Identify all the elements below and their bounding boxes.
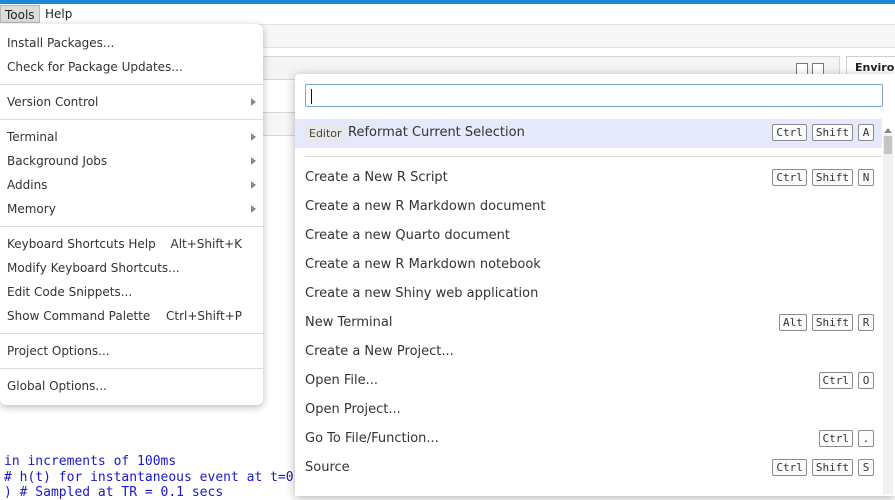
palette-item[interactable]: Create a New Project... (295, 338, 882, 367)
key-cap: Shift (811, 459, 853, 476)
palette-item-label: Source (305, 460, 350, 475)
submenu-arrow-icon (251, 205, 256, 213)
key-cap: Ctrl (772, 169, 807, 186)
menu-item-terminal[interactable]: Terminal (0, 126, 263, 148)
menu-tools[interactable]: Tools (0, 5, 40, 23)
shortcut-keys: Alt Shift R (779, 314, 874, 332)
palette-item-label: Reformat Current Selection (348, 125, 525, 140)
menu-item-check-updates[interactable]: Check for Package Updates... (0, 56, 263, 78)
shortcut-keys: Ctrl Shift S (772, 459, 874, 477)
shortcut-keys: Ctrl Shift N (772, 169, 874, 187)
menu-item-shortcut: Alt+Shift+K (170, 237, 242, 251)
menu-item-install-packages[interactable]: Install Packages... (0, 32, 263, 54)
menu-item-label: Keyboard Shortcuts Help (7, 237, 156, 251)
palette-item-label: Go To File/Function... (305, 431, 439, 446)
palette-item[interactable]: Open Project... (295, 396, 882, 425)
menu-item-label: Terminal (7, 130, 58, 144)
menu-item-memory[interactable]: Memory (0, 198, 263, 220)
palette-item-selected[interactable]: Editor Reformat Current Selection Ctrl S… (295, 119, 882, 148)
menu-separator (0, 333, 263, 334)
command-palette-search-input[interactable] (305, 84, 883, 107)
menu-item-modify-shortcuts[interactable]: Modify Keyboard Shortcuts... (0, 257, 263, 279)
code-line: ) # Sampled at TR = 0.1 secs (4, 485, 224, 500)
submenu-arrow-icon (251, 157, 256, 165)
submenu-arrow-icon (251, 98, 256, 106)
palette-scrollbar-thumb[interactable] (884, 136, 892, 154)
menu-item-label: Addins (7, 178, 48, 192)
menu-item-label: Background Jobs (7, 154, 108, 168)
palette-item-label: Open File... (305, 373, 379, 388)
menu-separator (0, 226, 263, 227)
key-cap: . (858, 430, 874, 447)
palette-item[interactable]: Create a new R Markdown document (295, 193, 882, 222)
menu-item-label: Check for Package Updates... (7, 60, 183, 74)
tools-menu: Install Packages... Check for Package Up… (0, 24, 263, 405)
key-cap: Ctrl (772, 124, 807, 141)
key-cap: O (858, 372, 874, 389)
menu-item-label: Global Options... (7, 379, 107, 393)
menu-item-label: Show Command Palette (7, 309, 151, 323)
palette-item-label: Create a New R Script (305, 170, 448, 185)
menu-item-label: Install Packages... (7, 36, 115, 50)
menu-item-background-jobs[interactable]: Background Jobs (0, 150, 263, 172)
menu-item-label: Memory (7, 202, 56, 216)
palette-divider (305, 156, 882, 157)
key-cap: S (858, 459, 874, 476)
menu-item-label: Modify Keyboard Shortcuts... (7, 261, 180, 275)
palette-item[interactable]: Create a new Shiny web application (295, 280, 882, 309)
menu-item-label: Edit Code Snippets... (7, 285, 133, 299)
menu-item-shortcut: Ctrl+Shift+P (166, 309, 242, 323)
palette-item[interactable]: Open File... Ctrl O (295, 367, 882, 396)
text-caret (311, 89, 312, 104)
menu-help[interactable]: Help (41, 5, 76, 23)
palette-item[interactable]: Source Ctrl Shift S (295, 454, 882, 483)
palette-item[interactable]: Create a New R Script Ctrl Shift N (295, 164, 882, 193)
key-cap: A (858, 124, 874, 141)
key-cap: Alt (779, 314, 807, 331)
menu-item-label: Version Control (7, 95, 99, 109)
command-palette: Editor Reformat Current Selection Ctrl S… (295, 74, 895, 496)
shortcut-keys: Ctrl O (818, 372, 874, 390)
context-badge: Editor (305, 126, 346, 142)
palette-item[interactable]: New Terminal Alt Shift R (295, 309, 882, 338)
palette-item-label: Create a new R Markdown notebook (305, 257, 541, 272)
submenu-arrow-icon (251, 181, 256, 189)
menu-separator (0, 119, 263, 120)
code-line: # h(t) for instantaneous event at t=0 (4, 470, 294, 485)
menu-separator (0, 368, 263, 369)
palette-item-label: New Terminal (305, 315, 393, 330)
palette-item[interactable]: Create a new Quarto document (295, 222, 882, 251)
key-cap: N (858, 169, 874, 186)
menu-item-global-options[interactable]: Global Options... (0, 375, 263, 397)
submenu-arrow-icon (251, 133, 256, 141)
scroll-up-arrow-icon[interactable] (884, 128, 892, 133)
key-cap: Ctrl (818, 430, 853, 447)
shortcut-keys: Ctrl Shift A (772, 124, 874, 142)
menu-item-project-options[interactable]: Project Options... (0, 340, 263, 362)
menu-item-show-command-palette[interactable]: Show Command Palette Ctrl+Shift+P (0, 305, 263, 327)
palette-item-label: Open Project... (305, 402, 401, 417)
palette-item-label: Create a new R Markdown document (305, 199, 546, 214)
menu-item-label: Project Options... (7, 344, 110, 358)
palette-item-label: Create a new Shiny web application (305, 286, 539, 301)
key-cap: Ctrl (818, 372, 853, 389)
key-cap: Ctrl (772, 459, 807, 476)
menu-item-version-control[interactable]: Version Control (0, 91, 263, 113)
menu-bar: Tools Help (0, 4, 895, 25)
menu-separator (0, 84, 263, 85)
palette-item[interactable]: Go To File/Function... Ctrl . (295, 425, 882, 454)
palette-item[interactable]: Create a new R Markdown notebook (295, 251, 882, 280)
menu-item-keyboard-shortcuts-help[interactable]: Keyboard Shortcuts Help Alt+Shift+K (0, 233, 263, 255)
key-cap: Shift (811, 124, 853, 141)
code-line: in increments of 100ms (4, 454, 177, 469)
key-cap: R (858, 314, 874, 331)
palette-item-label: Create a new Quarto document (305, 228, 510, 243)
key-cap: Shift (811, 314, 853, 331)
menu-item-edit-snippets[interactable]: Edit Code Snippets... (0, 281, 263, 303)
palette-item-label: Create a New Project... (305, 344, 454, 359)
menu-item-addins[interactable]: Addins (0, 174, 263, 196)
key-cap: Shift (811, 169, 853, 186)
palette-scrollbar-track[interactable] (883, 134, 893, 494)
shortcut-keys: Ctrl . (818, 430, 874, 448)
